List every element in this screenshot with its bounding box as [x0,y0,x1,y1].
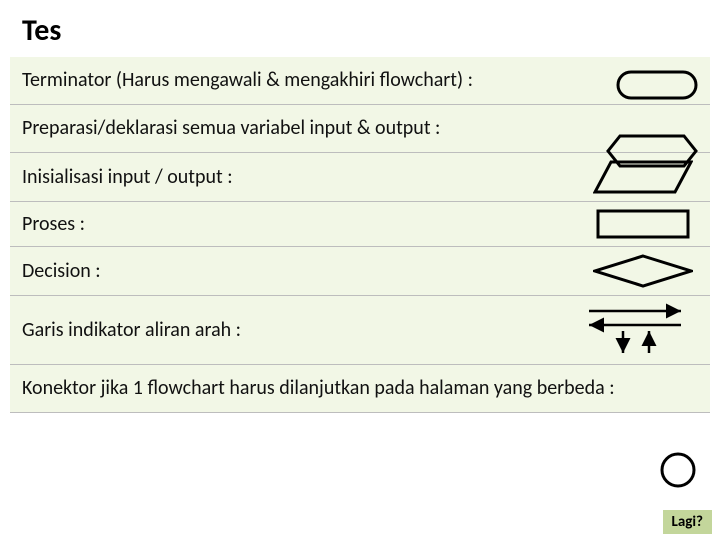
page-title: Tes [0,0,720,57]
label-terminator: Terminator (Harus mengawali & mengakhiri… [22,69,698,92]
shape-arrows [578,303,698,357]
label-preparation: Preparasi/deklarasi semua variabel input… [22,117,698,140]
row-decision: Decision : [10,247,710,296]
lagi-button[interactable]: Lagi? [663,510,713,534]
row-arrows: Garis indikator aliran arah : [10,296,710,365]
shape-preparation [606,134,698,173]
row-process: Proses : [10,202,710,247]
label-decision: Decision : [22,260,588,283]
content-panel: Terminator (Harus mengawali & mengakhiri… [10,57,710,413]
shape-process [588,209,698,239]
label-process: Proses : [22,213,588,236]
shape-terminator [616,70,698,105]
label-io: Inisialisasi input / output : [22,166,588,189]
row-connector: Konektor jika 1 flowchart harus dilanjut… [10,365,710,413]
label-arrows: Garis indikator aliran arah : [22,319,578,342]
row-preparation: Preparasi/deklarasi semua variabel input… [10,105,710,153]
row-terminator: Terminator (Harus mengawali & mengakhiri… [10,57,710,105]
row-io: Inisialisasi input / output : [10,153,710,202]
label-connector: Konektor jika 1 flowchart harus dilanjut… [22,377,698,400]
shape-connector [658,450,698,495]
shape-decision [588,254,698,288]
